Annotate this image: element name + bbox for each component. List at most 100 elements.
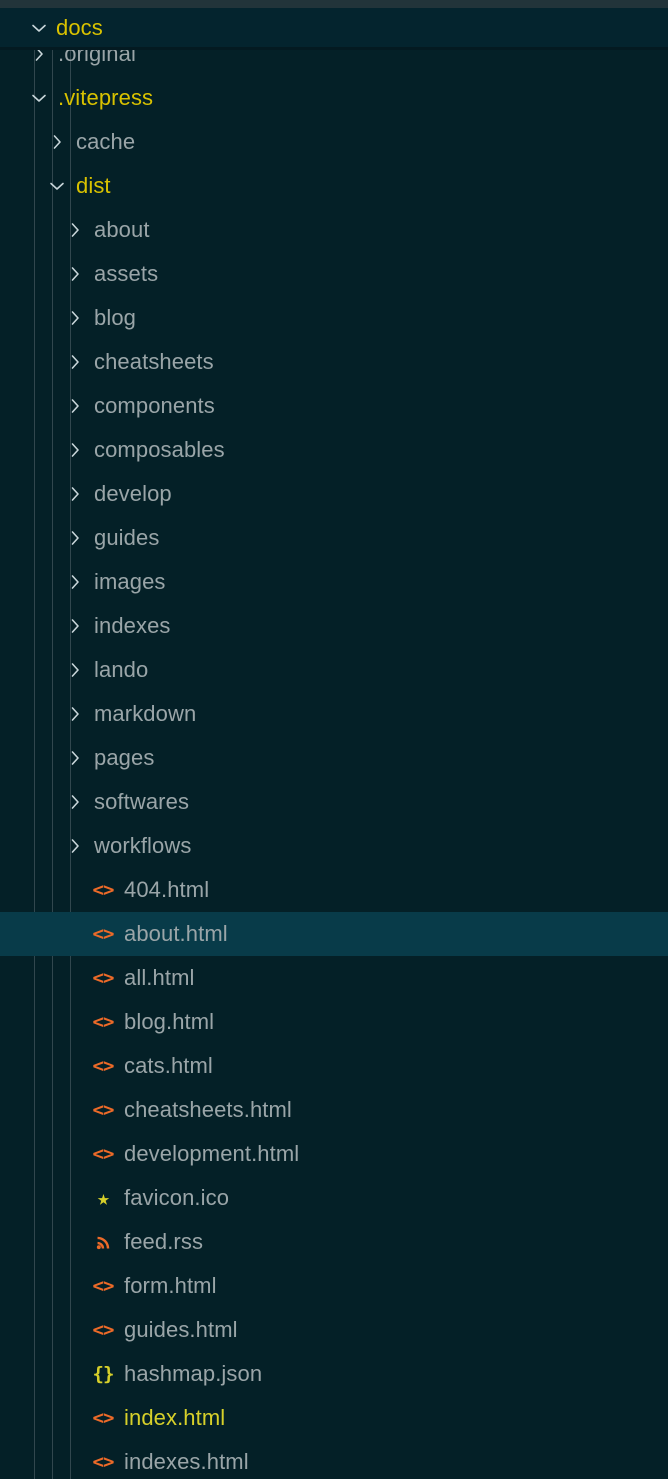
tree-row-label: cheatsheets bbox=[94, 349, 214, 374]
tree-row-label: assets bbox=[94, 261, 159, 286]
tree-row-folder-cheatsheets[interactable]: cheatsheets bbox=[0, 340, 668, 384]
tree-row-file-feed-rss[interactable]: feed.rss bbox=[0, 1220, 668, 1264]
tree-row-folder-about[interactable]: about bbox=[0, 208, 668, 252]
tree-row-folder-markdown[interactable]: markdown bbox=[0, 692, 668, 736]
tree-row-label: workflows bbox=[94, 833, 192, 858]
tree-row-folder-blog[interactable]: blog bbox=[0, 296, 668, 340]
chevron-right-icon[interactable] bbox=[62, 836, 88, 856]
tree-row-label: indexes bbox=[94, 613, 171, 638]
tree-row-folder-guides[interactable]: guides bbox=[0, 516, 668, 560]
tree-row-folder-assets[interactable]: assets bbox=[0, 252, 668, 296]
html-file-icon: <> bbox=[92, 1055, 115, 1077]
chevron-right-icon[interactable] bbox=[62, 616, 88, 636]
tree-row-label: about.html bbox=[124, 921, 228, 946]
tree-row-folder-dist[interactable]: dist bbox=[0, 164, 668, 208]
star-file-icon: ★ bbox=[97, 1186, 110, 1210]
tree-row-label: favicon.ico bbox=[124, 1185, 230, 1210]
tree-row-label: blog.html bbox=[124, 1009, 215, 1034]
html-file-icon: <> bbox=[92, 923, 115, 945]
chevron-down-icon[interactable] bbox=[26, 18, 52, 38]
tree-row-folder-dot-vitepress[interactable]: .vitepress bbox=[0, 76, 668, 120]
tree-row-folder-cache[interactable]: cache bbox=[0, 120, 668, 164]
tree-row-label: development.html bbox=[124, 1141, 300, 1166]
html-file-icon: <> bbox=[92, 1407, 115, 1429]
chevron-right-icon[interactable] bbox=[62, 660, 88, 680]
tree-row-label: 404.html bbox=[124, 877, 210, 902]
tree-row-label: components bbox=[94, 393, 215, 418]
html-file-icon: <> bbox=[92, 1275, 115, 1297]
tree-row-label: markdown bbox=[94, 701, 197, 726]
chevron-right-icon[interactable] bbox=[44, 132, 70, 152]
chevron-right-icon[interactable] bbox=[62, 748, 88, 768]
tree-row-label: feed.rss bbox=[124, 1229, 204, 1254]
tree-row-label: all.html bbox=[124, 965, 195, 990]
panel-top-strip bbox=[0, 0, 668, 8]
tree-row-file-development-html[interactable]: <> development.html bbox=[0, 1132, 668, 1176]
tree-row-file-index-html[interactable]: <> index.html bbox=[0, 1396, 668, 1440]
file-tree[interactable]: .original .vitepress cache dist about assets b… bbox=[0, 32, 668, 1479]
tree-row-file-form-html[interactable]: <> form.html bbox=[0, 1264, 668, 1308]
chevron-right-icon[interactable] bbox=[62, 572, 88, 592]
html-file-icon: <> bbox=[92, 879, 115, 901]
tree-row-file-indexes-html[interactable]: <> indexes.html bbox=[0, 1440, 668, 1479]
root-folder-label: docs bbox=[56, 14, 103, 40]
chevron-right-icon[interactable] bbox=[62, 704, 88, 724]
chevron-down-icon[interactable] bbox=[26, 88, 52, 108]
chevron-right-icon[interactable] bbox=[62, 308, 88, 328]
tree-row-file-favicon-ico[interactable]: ★ favicon.ico bbox=[0, 1176, 668, 1220]
tree-row-file-all-html[interactable]: <> all.html bbox=[0, 956, 668, 1000]
tree-row-file-guides-html[interactable]: <> guides.html bbox=[0, 1308, 668, 1352]
html-file-icon: <> bbox=[92, 1319, 115, 1341]
tree-row-label: cache bbox=[76, 129, 136, 154]
chevron-right-icon[interactable] bbox=[62, 440, 88, 460]
tree-row-label: about bbox=[94, 217, 150, 242]
tree-row-file-blog-html[interactable]: <> blog.html bbox=[0, 1000, 668, 1044]
html-file-icon: <> bbox=[92, 1099, 115, 1121]
tree-row-label: cats.html bbox=[124, 1053, 213, 1078]
tree-row-folder-develop[interactable]: develop bbox=[0, 472, 668, 516]
chevron-right-icon[interactable] bbox=[62, 220, 88, 240]
chevron-down-icon[interactable] bbox=[44, 176, 70, 196]
tree-row-folder-pages[interactable]: pages bbox=[0, 736, 668, 780]
tree-row-file-404-html[interactable]: <> 404.html bbox=[0, 868, 668, 912]
html-file-icon: <> bbox=[92, 1451, 115, 1473]
chevron-right-icon[interactable] bbox=[62, 792, 88, 812]
tree-row-folder-softwares[interactable]: softwares bbox=[0, 780, 668, 824]
tree-row-folder-indexes[interactable]: indexes bbox=[0, 604, 668, 648]
tree-row-label: images bbox=[94, 569, 166, 594]
tree-row-file-cats-html[interactable]: <> cats.html bbox=[0, 1044, 668, 1088]
html-file-icon: <> bbox=[92, 1143, 115, 1165]
tree-row-label: guides.html bbox=[124, 1317, 238, 1342]
tree-row-folder-images[interactable]: images bbox=[0, 560, 668, 604]
tree-row-file-cheatsheets-html[interactable]: <> cheatsheets.html bbox=[0, 1088, 668, 1132]
tree-row-label: indexes.html bbox=[124, 1449, 249, 1474]
tree-row-file-hashmap-json[interactable]: {} hashmap.json bbox=[0, 1352, 668, 1396]
tree-row-label: blog bbox=[94, 305, 136, 330]
tree-row-folder-lando[interactable]: lando bbox=[0, 648, 668, 692]
tree-row-label: .vitepress bbox=[58, 85, 154, 110]
rss-file-icon bbox=[88, 1234, 118, 1251]
file-explorer-panel: .original .vitepress cache dist about assets b… bbox=[0, 0, 668, 1479]
chevron-right-icon[interactable] bbox=[62, 264, 88, 284]
chevron-right-icon[interactable] bbox=[62, 528, 88, 548]
tree-row-label: index.html bbox=[124, 1405, 226, 1430]
chevron-right-icon[interactable] bbox=[62, 484, 88, 504]
chevron-right-icon[interactable] bbox=[62, 396, 88, 416]
json-file-icon: {} bbox=[92, 1363, 115, 1385]
tree-row-label: cheatsheets.html bbox=[124, 1097, 292, 1122]
html-file-icon: <> bbox=[92, 967, 115, 989]
tree-row-label: pages bbox=[94, 745, 155, 770]
tree-row-folder-workflows[interactable]: workflows bbox=[0, 824, 668, 868]
chevron-right-icon[interactable] bbox=[62, 352, 88, 372]
tree-row-label: lando bbox=[94, 657, 149, 682]
tree-row-file-about-html[interactable]: <> about.html bbox=[0, 912, 668, 956]
tree-row-label: form.html bbox=[124, 1273, 217, 1298]
tree-row-folder-components[interactable]: components bbox=[0, 384, 668, 428]
sticky-root-header-docs[interactable]: docs bbox=[0, 8, 668, 50]
tree-row-label: composables bbox=[94, 437, 225, 462]
tree-row-label: guides bbox=[94, 525, 160, 550]
tree-row-folder-composables[interactable]: composables bbox=[0, 428, 668, 472]
html-file-icon: <> bbox=[92, 1011, 115, 1033]
tree-row-label: dist bbox=[76, 173, 111, 198]
tree-row-label: develop bbox=[94, 481, 172, 506]
